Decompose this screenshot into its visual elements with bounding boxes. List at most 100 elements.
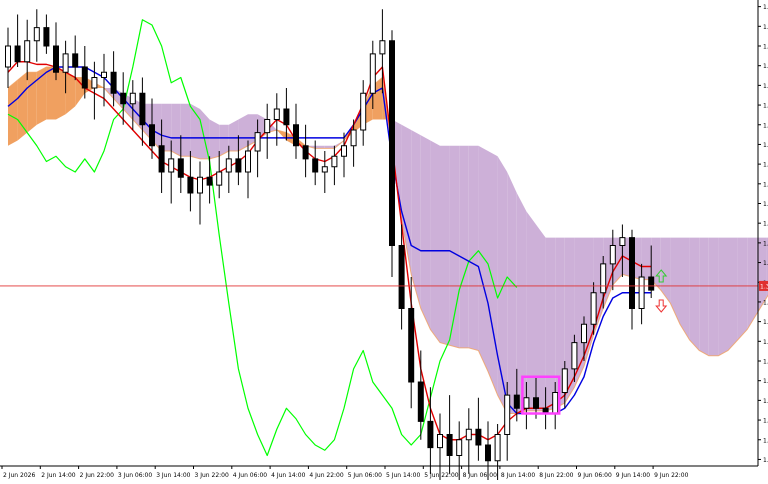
cloud-segment <box>209 119 220 159</box>
candle-body-bear <box>187 176 194 194</box>
candle-body-bull <box>360 92 367 131</box>
candle-body-bull <box>437 434 443 449</box>
candle-body-bear <box>417 381 424 422</box>
time-tick-label: 4 Jun 22:00 <box>309 472 343 479</box>
cloud-segment <box>161 103 172 151</box>
time-tick-label: 2 Jun 14:00 <box>41 472 75 479</box>
time-tick-label: 4 Jun 14:00 <box>271 472 305 479</box>
candle-body-bear <box>389 40 395 246</box>
price-tick-label: 1.34080 <box>763 201 768 208</box>
price-tick-label: 1.34005 <box>763 221 768 228</box>
candle-body-bear <box>629 237 635 309</box>
candle-body-bull <box>331 155 338 168</box>
candle-body-bear <box>427 420 434 449</box>
price-tick-label: 1.33105 <box>763 457 768 464</box>
price-tick-label: 1.33405 <box>763 378 768 385</box>
candle-body-bear <box>120 92 127 105</box>
candle-body-bull <box>552 392 559 414</box>
time-tick-label: 5 Jun 22:00 <box>424 472 458 479</box>
cloud-segment <box>238 114 248 151</box>
price-tick-label: 1.34230 <box>763 162 768 169</box>
cloud-segment <box>478 145 488 372</box>
candle-body-bull <box>494 434 501 462</box>
candle-body-bear <box>648 276 655 291</box>
time-tick-label: 2 Jun 2026 <box>3 472 35 479</box>
cloud-segment <box>536 224 546 411</box>
candle-body-bear <box>302 145 309 160</box>
time-tick-label: 9 Jun 06:00 <box>578 472 612 479</box>
cloud-segment <box>728 237 738 351</box>
cloud-segment <box>545 237 556 411</box>
candle-body-bear <box>513 394 520 409</box>
time-tick-label: 5 Jun 06:00 <box>348 472 382 479</box>
cloud-segment <box>228 119 239 151</box>
candle-body-bear <box>158 145 165 173</box>
cloud-segment <box>497 156 508 414</box>
candle-body-bull <box>5 45 11 68</box>
candle-body-bear <box>293 124 299 147</box>
candle-body-bear <box>312 158 319 173</box>
price-tick-label: 1.34380 <box>763 122 768 129</box>
candle-body-bull <box>638 276 645 309</box>
time-tick-label: 8 Jun 06:00 <box>463 472 497 479</box>
time-tick-label: 9 Jun 14:00 <box>616 472 650 479</box>
price-tick-label: 1.33255 <box>763 418 768 425</box>
candle-body-bear <box>408 308 415 383</box>
cloud-segment <box>737 237 748 340</box>
candle-body-bull <box>523 397 530 409</box>
candle-body-bear <box>283 108 290 126</box>
cloud-segment <box>8 80 18 146</box>
price-tick-label: 1.34455 <box>763 103 768 110</box>
cloud-segment <box>699 237 709 356</box>
candle-body-bear <box>206 176 213 186</box>
candle-body-bull <box>465 428 472 441</box>
price-tick-label: 1.33555 <box>763 339 768 346</box>
candle-body-bull <box>62 53 69 73</box>
candle-body-bull <box>254 132 261 152</box>
time-tick-label: 8 Jun 22:00 <box>539 472 573 479</box>
current-price-label: 1.33766 <box>760 283 768 290</box>
price-tick-label: 1.33180 <box>763 437 768 444</box>
price-tick-label: 1.34305 <box>763 142 768 149</box>
candle-body-bear <box>53 45 59 73</box>
cloud-segment <box>507 172 517 414</box>
price-tick-label: 1.33930 <box>763 240 768 247</box>
candle-body-bear <box>177 158 184 178</box>
candle-body-bull <box>24 40 31 63</box>
ichimoku-chart: 1.34830 1.34755 1.34680 1.34605 1.34530 1.344… <box>0 0 768 484</box>
candle-body-bull <box>216 171 223 186</box>
price-tick-label: 1.33480 <box>763 359 768 366</box>
cloud-segment <box>641 237 652 280</box>
candle-body-bull <box>561 368 568 393</box>
price-tick-label: 1.33855 <box>763 260 768 267</box>
cloud-segment <box>180 103 191 157</box>
time-tick-label: 4 Jun 06:00 <box>233 472 267 479</box>
candle-body-bull <box>600 263 607 294</box>
candle-body-bull <box>197 176 203 194</box>
price-tick-label: 1.34755 <box>763 24 768 31</box>
candle-body-bull <box>571 342 578 370</box>
candle-body-bear <box>485 444 491 462</box>
cloud-segment <box>56 67 66 120</box>
candle-body-bull <box>33 27 40 42</box>
cloud-segment <box>526 211 536 411</box>
time-tick-label: 3 Jun 06:00 <box>118 472 152 479</box>
candle-body-bull <box>321 166 328 173</box>
candle-body-bull <box>225 158 232 173</box>
candle-body-bull <box>101 71 107 78</box>
cloud-segment <box>689 237 700 351</box>
candle-body-bear <box>446 434 453 456</box>
candle-body-bear <box>72 53 79 68</box>
candle-body-bull <box>379 40 386 55</box>
candle-body-bull <box>245 150 251 173</box>
candle-body-bull <box>619 237 626 246</box>
candle-body-bear <box>533 397 539 409</box>
cloud-segment <box>708 237 719 356</box>
candle-body-bear <box>475 428 482 446</box>
time-tick-label: 8 Jun 14:00 <box>501 472 535 479</box>
price-tick-label: 1.34680 <box>763 44 768 51</box>
candle-body-bear <box>139 92 146 126</box>
candle-body-bull <box>264 119 271 134</box>
candle-body-bull <box>273 108 280 120</box>
price-tick-label: 1.34530 <box>763 83 768 90</box>
